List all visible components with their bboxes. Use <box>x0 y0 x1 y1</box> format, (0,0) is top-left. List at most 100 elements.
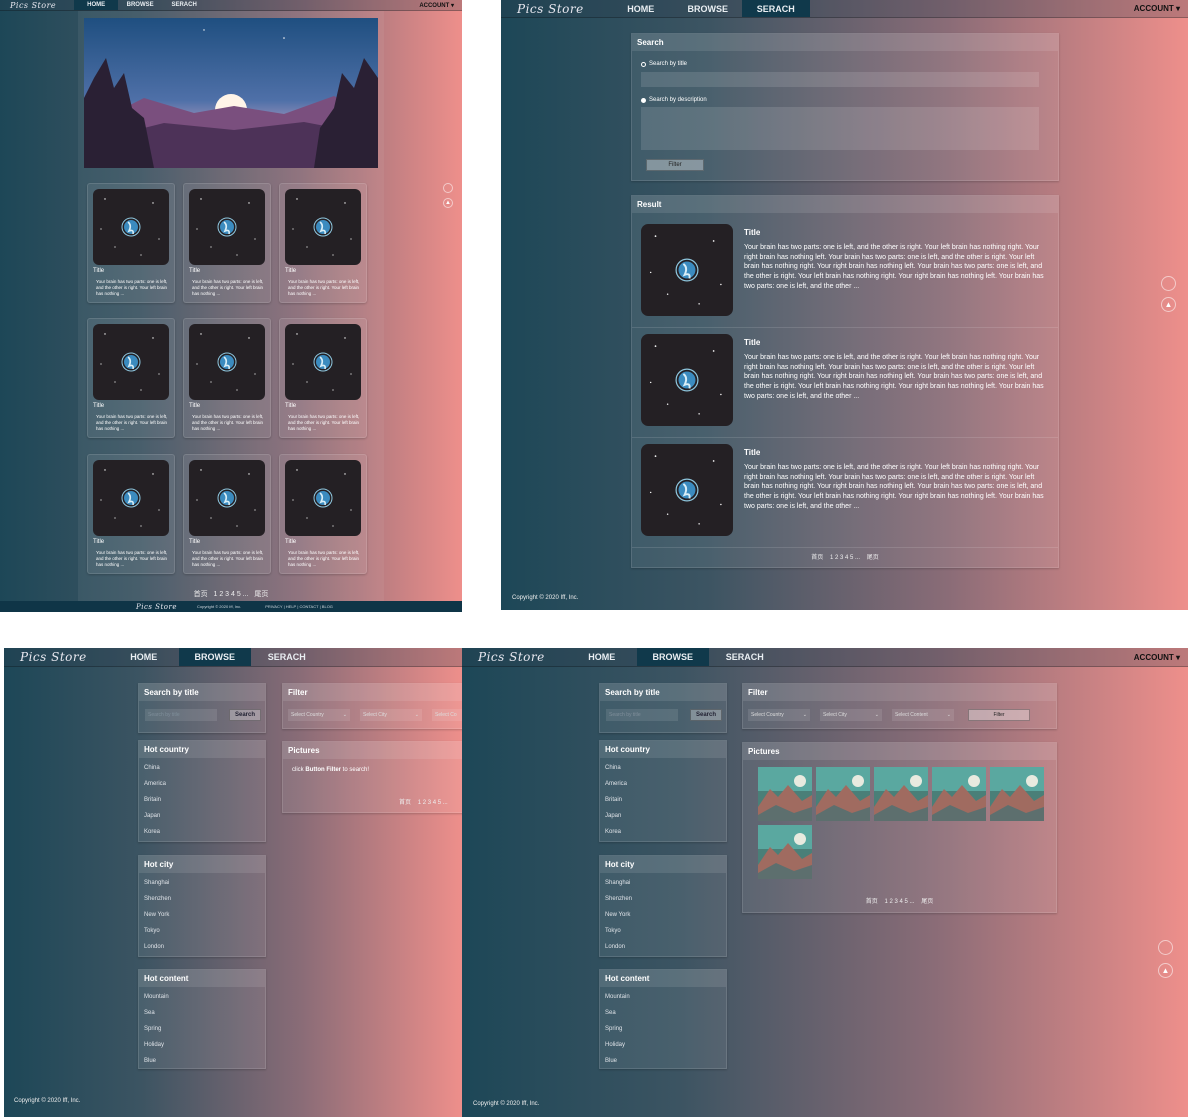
picture-card[interactable]: Title Your brain has two parts: one is l… <box>87 454 175 574</box>
picture-card[interactable]: Title Your brain has two parts: one is l… <box>279 183 367 303</box>
picture-card[interactable]: Title Your brain has two parts: one is l… <box>183 183 271 303</box>
picture-card[interactable]: Title Your brain has two parts: one is l… <box>279 454 367 574</box>
card-image[interactable] <box>285 189 361 265</box>
hot-list-item[interactable]: Shenzhen <box>605 896 632 902</box>
circle-icon[interactable] <box>443 183 453 193</box>
title-search-input[interactable]: Search by title <box>145 709 217 721</box>
hot-list-item[interactable]: Tokyo <box>144 928 160 934</box>
filter-button[interactable]: Filter <box>968 709 1030 721</box>
picture-thumbnail[interactable] <box>758 825 812 879</box>
hot-list-item[interactable]: Holiday <box>144 1042 164 1048</box>
circle-icon[interactable] <box>1158 940 1173 955</box>
hot-list-item[interactable]: Tokyo <box>605 928 621 934</box>
picture-card[interactable]: Title Your brain has two parts: one is l… <box>183 454 271 574</box>
description-input[interactable] <box>641 107 1039 150</box>
card-image[interactable] <box>93 189 169 265</box>
nav-search[interactable]: SERACH <box>251 648 323 666</box>
page-first[interactable]: 首页 <box>811 555 823 561</box>
hot-list-item[interactable]: Blue <box>144 1058 156 1064</box>
nav-home[interactable]: HOME <box>567 648 637 666</box>
page-first[interactable]: 首页 <box>866 899 878 905</box>
nav-home[interactable]: HOME <box>74 0 119 10</box>
nav-browse[interactable]: BROWSE <box>118 0 162 10</box>
hot-list-item[interactable]: America <box>605 781 627 787</box>
picture-thumbnail[interactable] <box>874 767 928 821</box>
page-numbers[interactable]: 1 2 3 4 5 ... <box>830 555 860 561</box>
result-image[interactable] <box>641 224 733 316</box>
hot-list-item[interactable]: New York <box>605 912 630 918</box>
page-last[interactable]: 尾页 <box>254 591 268 598</box>
page-numbers[interactable]: 1 2 3 4 5 ... <box>213 591 248 598</box>
select-city[interactable]: Select City ⌄ <box>360 709 422 721</box>
hot-list-item[interactable]: London <box>605 944 625 950</box>
logo[interactable]: Pics Store <box>20 650 87 664</box>
hot-list-item[interactable]: Mountain <box>144 994 169 1000</box>
hot-list-item[interactable]: Korea <box>144 829 160 835</box>
title-search-input[interactable]: Search by title <box>606 709 678 721</box>
footer-help[interactable]: HELP <box>286 604 296 609</box>
picture-thumbnail[interactable] <box>990 767 1044 821</box>
picture-thumbnail[interactable] <box>816 767 870 821</box>
pagination[interactable]: 首页 1 2 3 4 5 ... 尾页 <box>0 589 462 599</box>
hot-list-item[interactable]: Japan <box>144 813 160 819</box>
hot-list-item[interactable]: Japan <box>605 813 621 819</box>
picture-card[interactable]: Title Your brain has two parts: one is l… <box>87 318 175 438</box>
nav-home[interactable]: HOME <box>109 648 179 666</box>
hot-list-item[interactable]: Mountain <box>605 994 630 1000</box>
footer-blog[interactable]: BLOG <box>322 604 333 609</box>
card-image[interactable] <box>93 460 169 536</box>
hot-list-item[interactable]: Britain <box>144 797 161 803</box>
nav-browse[interactable]: BROWSE <box>674 0 742 17</box>
hot-list-item[interactable]: Spring <box>144 1026 161 1032</box>
page-first[interactable]: 首页 <box>194 591 208 598</box>
result-item[interactable]: Title Your brain has two parts: one is l… <box>632 438 1058 548</box>
page-first[interactable]: 首页 <box>399 800 411 806</box>
account-menu[interactable]: ACCOUNT ▾ <box>1134 0 1180 17</box>
result-item[interactable]: Title Your brain has two parts: one is l… <box>632 328 1058 438</box>
circle-icon[interactable] <box>1161 276 1176 291</box>
result-image[interactable] <box>641 334 733 426</box>
pagination[interactable]: 首页 1 2 3 4 5 ... 尾页 <box>743 896 1056 905</box>
select-content[interactable]: Select Content ⌄ <box>892 709 954 721</box>
nav-search[interactable]: SERACH <box>162 0 206 10</box>
radio-by-title[interactable]: Search by title <box>641 61 687 67</box>
picture-card[interactable]: Title Your brain has two parts: one is l… <box>279 318 367 438</box>
card-image[interactable] <box>189 324 265 400</box>
logo[interactable]: Pics Store <box>517 2 584 16</box>
nav-home[interactable]: HOME <box>608 0 674 17</box>
card-image[interactable] <box>285 460 361 536</box>
nav-browse[interactable]: BROWSE <box>178 648 251 666</box>
drop-icon[interactable]: ▲ <box>1158 963 1173 978</box>
hot-list-item[interactable]: China <box>605 765 621 771</box>
picture-thumbnail[interactable] <box>932 767 986 821</box>
hot-list-item[interactable]: Shanghai <box>605 880 630 886</box>
search-button[interactable]: Search <box>690 709 722 721</box>
picture-thumbnail[interactable] <box>758 767 812 821</box>
logo[interactable]: Pics Store <box>478 650 545 664</box>
hot-list-item[interactable]: Sea <box>605 1010 616 1016</box>
nav-search[interactable]: SERACH <box>709 648 781 666</box>
radio-icon[interactable] <box>641 61 646 67</box>
drop-icon[interactable]: ▲ <box>1161 297 1176 312</box>
hot-list-item[interactable]: New York <box>144 912 169 918</box>
picture-card[interactable]: Title Your brain has two parts: one is l… <box>87 183 175 303</box>
account-menu[interactable]: ACCOUNT ▾ <box>1134 648 1180 666</box>
page-numbers[interactable]: 1 2 3 4 5 ... <box>884 899 914 905</box>
page-last[interactable]: 尾页 <box>867 555 879 561</box>
card-image[interactable] <box>285 324 361 400</box>
account-menu[interactable]: ACCOUNT ▾ <box>419 0 454 10</box>
card-image[interactable] <box>93 324 169 400</box>
result-item[interactable]: Title Your brain has two parts: one is l… <box>632 218 1058 328</box>
hot-list-item[interactable]: China <box>144 765 160 771</box>
footer-privacy[interactable]: PRIVACY <box>265 604 282 609</box>
select-content[interactable]: Select Co <box>432 709 462 721</box>
hot-list-item[interactable]: Spring <box>605 1026 622 1032</box>
hot-list-item[interactable]: Holiday <box>605 1042 625 1048</box>
card-image[interactable] <box>189 189 265 265</box>
pagination[interactable]: 首页 1 2 3 4 5 ... <box>399 797 448 806</box>
hot-list-item[interactable]: Shenzhen <box>144 896 171 902</box>
hot-list-item[interactable]: Shanghai <box>144 880 169 886</box>
hot-list-item[interactable]: America <box>144 781 166 787</box>
hot-list-item[interactable]: Blue <box>605 1058 617 1064</box>
hot-list-item[interactable]: Korea <box>605 829 621 835</box>
